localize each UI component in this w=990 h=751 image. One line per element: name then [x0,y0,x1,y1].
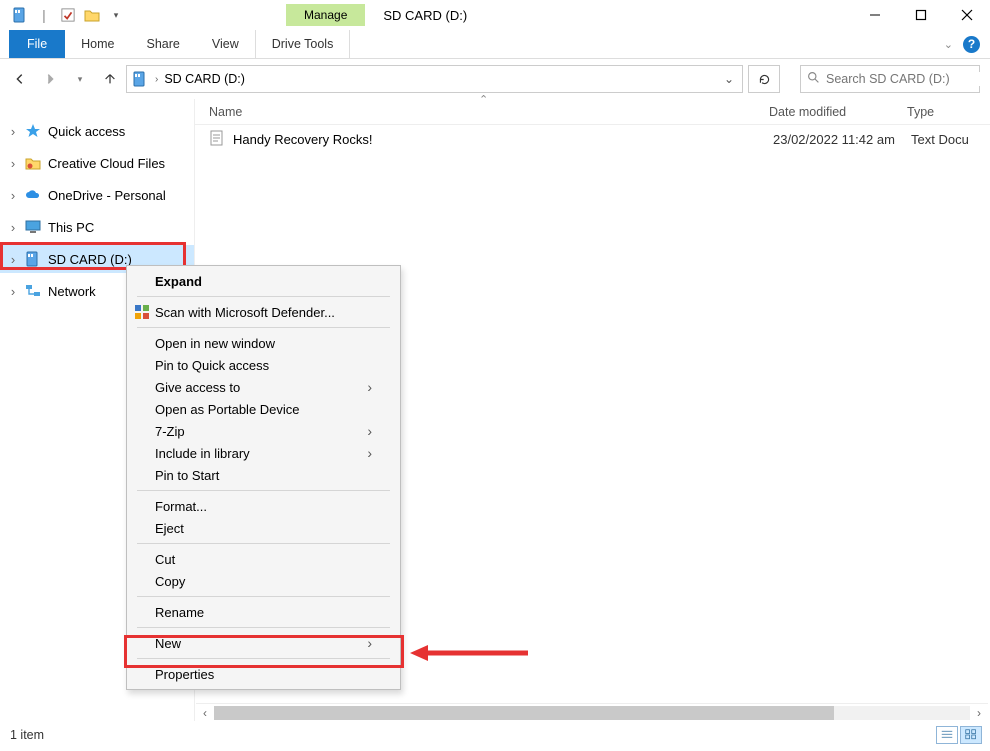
sidebar-item-label: OneDrive - Personal [48,188,166,203]
scroll-left-button[interactable]: ‹ [196,704,214,722]
sidebar-item-label: SD CARD (D:) [48,252,132,267]
navigation-bar: ▾ › SD CARD (D:) ⌄ [0,59,990,99]
menu-include-in-library[interactable]: Include in library› [127,442,400,464]
breadcrumb[interactable]: SD CARD (D:) [164,72,245,86]
scroll-thumb[interactable] [214,706,834,720]
menu-open-new-window[interactable]: Open in new window [127,332,400,354]
expand-icon[interactable]: › [8,252,18,267]
menu-pin-start[interactable]: Pin to Start [127,464,400,486]
menu-open-portable[interactable]: Open as Portable Device [127,398,400,420]
horizontal-scrollbar[interactable]: ‹ › [196,703,988,721]
column-header-date[interactable]: Date modified [769,105,907,119]
maximize-button[interactable] [898,0,944,30]
expand-icon[interactable]: › [8,156,18,171]
menu-new[interactable]: New› [127,632,400,654]
sidebar-item-quick-access[interactable]: › Quick access [0,117,194,145]
sd-card-icon [24,250,42,268]
tab-share[interactable]: Share [131,30,196,58]
tab-home[interactable]: Home [65,30,130,58]
ribbon-collapse-icon[interactable]: ⌄ [944,38,953,51]
sidebar-item-this-pc[interactable]: › This PC [0,213,194,241]
column-header-name[interactable]: Name [209,105,769,119]
minimize-button[interactable] [852,0,898,30]
context-menu: Expand Scan with Microsoft Defender... O… [126,265,401,690]
defender-icon [133,303,151,321]
collapse-nav-icon[interactable]: ⌃ [479,93,488,106]
menu-pin-quick-access[interactable]: Pin to Quick access [127,354,400,376]
address-bar[interactable]: › SD CARD (D:) ⌄ [126,65,743,93]
title-bar: | ▾ Manage SD CARD (D:) [0,0,990,30]
cloud-icon [24,186,42,204]
text-file-icon [209,130,227,148]
file-type: Text Docu [911,132,971,147]
sd-card-path-icon [131,70,149,88]
window-title: SD CARD (D:) [383,8,467,23]
sidebar-item-label: Network [48,284,96,299]
tab-drive-tools[interactable]: Drive Tools [255,30,351,58]
column-header-type[interactable]: Type [907,105,967,119]
expand-icon[interactable]: › [8,124,18,139]
address-dropdown-icon[interactable]: ⌄ [720,72,738,86]
tab-view[interactable]: View [196,30,255,58]
search-box[interactable] [800,65,980,93]
view-details-button[interactable] [936,726,958,744]
network-icon [24,282,42,300]
file-date: 23/02/2022 11:42 am [773,132,911,147]
menu-rename[interactable]: Rename [127,601,400,623]
new-folder-qat-icon[interactable] [82,5,102,25]
scroll-right-button[interactable]: › [970,704,988,722]
window-controls [852,0,990,30]
chevron-right-icon: › [367,423,372,439]
item-count: 1 item [10,728,44,742]
quick-access-toolbar: | ▾ [0,5,126,25]
forward-button[interactable] [40,69,60,89]
back-button[interactable] [10,69,30,89]
search-input[interactable] [826,72,987,86]
menu-give-access-to[interactable]: Give access to› [127,376,400,398]
properties-qat-icon[interactable] [58,5,78,25]
star-icon [24,122,42,140]
qat-dropdown-icon[interactable]: ▾ [106,5,126,25]
qat-separator: | [34,5,54,25]
breadcrumb-separator-icon[interactable]: › [155,74,158,85]
view-large-icons-button[interactable] [960,726,982,744]
file-row[interactable]: Handy Recovery Rocks! 23/02/2022 11:42 a… [195,125,990,153]
sidebar-item-creative-cloud[interactable]: › Creative Cloud Files [0,149,194,177]
ribbon-tabs: File Home Share View Drive Tools ⌄ ? [0,30,990,59]
expand-icon[interactable]: › [8,220,18,235]
refresh-button[interactable] [748,65,780,93]
menu-scan-defender[interactable]: Scan with Microsoft Defender... [127,301,400,323]
chevron-right-icon: › [367,445,372,461]
chevron-right-icon: › [367,635,372,651]
creative-cloud-icon [24,154,42,172]
chevron-right-icon: › [367,379,372,395]
up-button[interactable] [100,69,120,89]
expand-icon[interactable]: › [8,284,18,299]
sidebar-item-label: Quick access [48,124,125,139]
contextual-tab-manage[interactable]: Manage [286,4,365,26]
close-button[interactable] [944,0,990,30]
menu-7zip[interactable]: 7-Zip› [127,420,400,442]
help-icon[interactable]: ? [963,36,980,53]
status-bar: 1 item [10,725,982,745]
menu-properties[interactable]: Properties [127,663,400,685]
scroll-track[interactable] [214,706,970,720]
column-headers: ⌃ Name Date modified Type [195,99,990,125]
sidebar-item-label: Creative Cloud Files [48,156,165,171]
menu-cut[interactable]: Cut [127,548,400,570]
sidebar-item-onedrive[interactable]: › OneDrive - Personal [0,181,194,209]
menu-copy[interactable]: Copy [127,570,400,592]
annotation-arrow [410,643,530,666]
menu-format[interactable]: Format... [127,495,400,517]
menu-eject[interactable]: Eject [127,517,400,539]
sidebar-item-label: This PC [48,220,94,235]
expand-icon[interactable]: › [8,188,18,203]
tab-file[interactable]: File [9,30,65,58]
computer-icon [24,218,42,236]
recent-locations-icon[interactable]: ▾ [70,69,90,89]
menu-expand[interactable]: Expand [127,270,400,292]
search-icon [807,71,820,87]
sd-card-app-icon [10,5,30,25]
file-name: Handy Recovery Rocks! [233,132,773,147]
